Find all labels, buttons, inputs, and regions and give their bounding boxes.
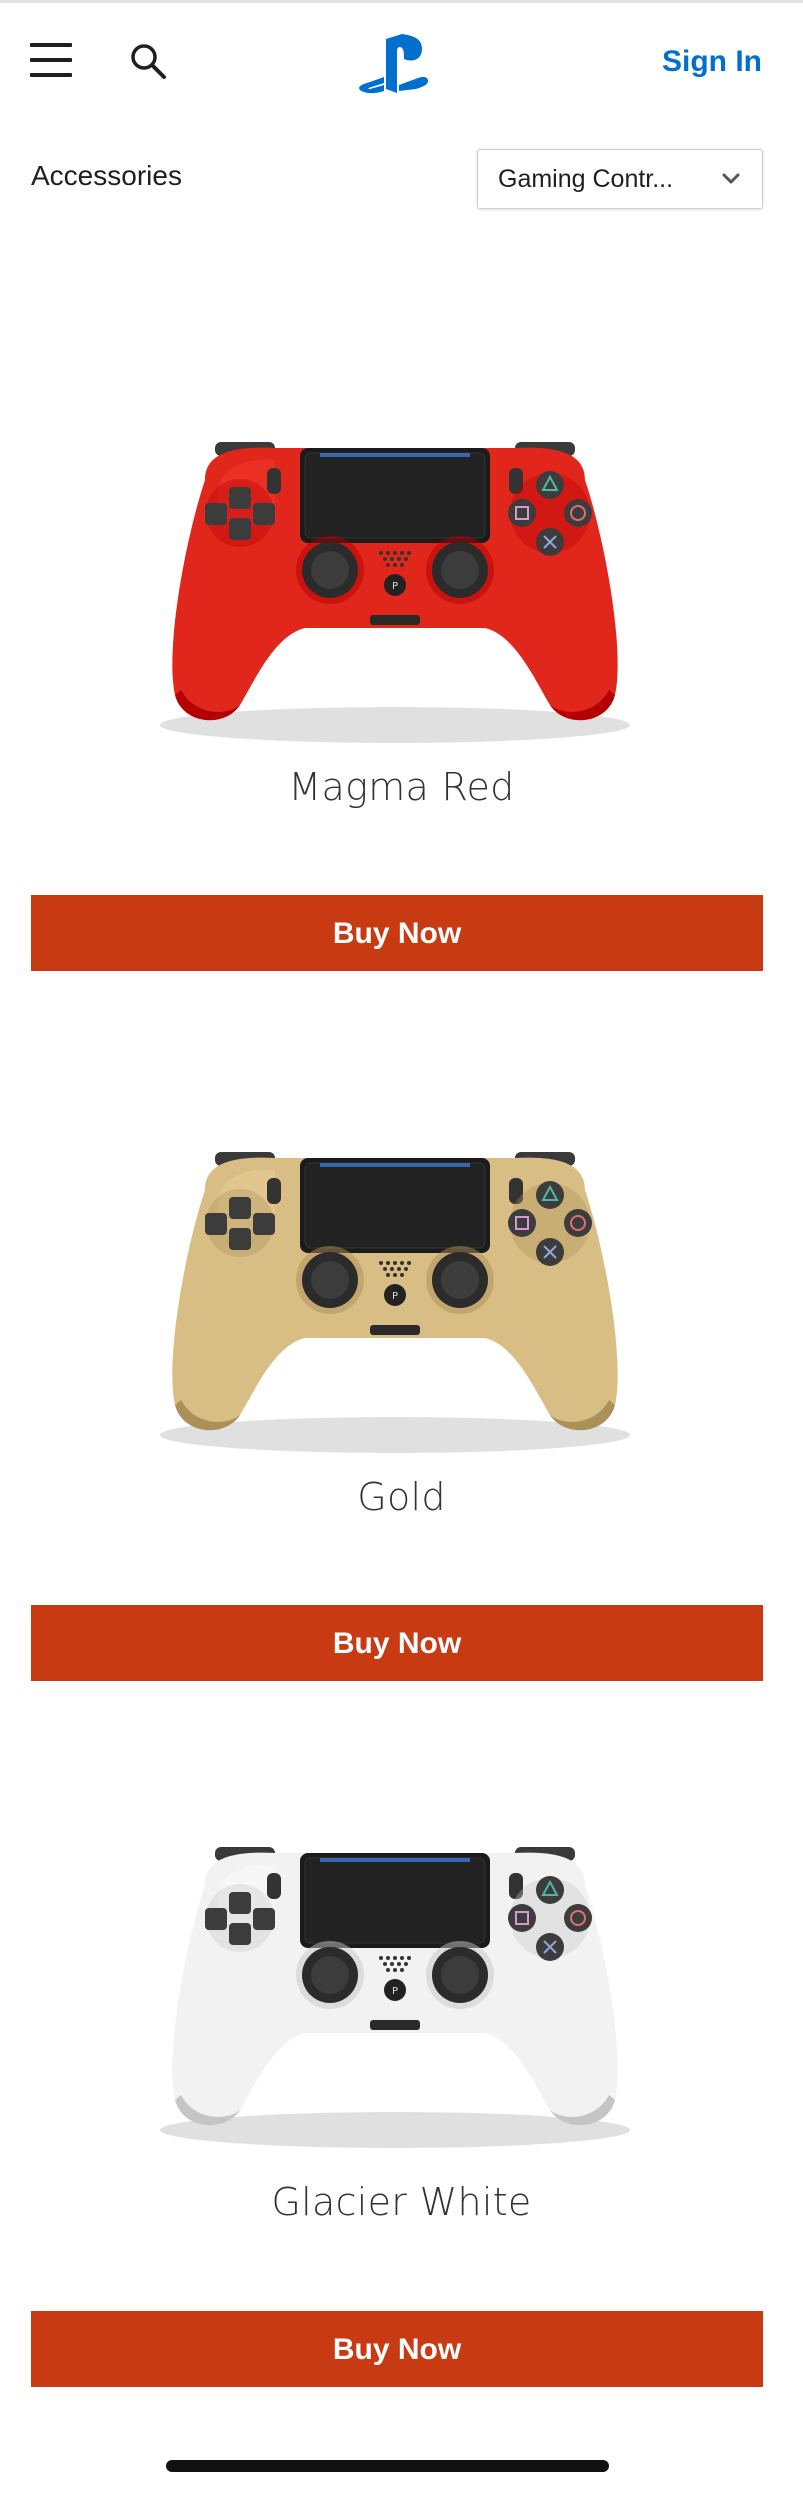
category-select[interactable]: Gaming Contr... [477,149,763,209]
breadcrumb[interactable]: Accessories [31,160,182,192]
chevron-down-icon [722,173,740,184]
buy-now-button[interactable]: Buy Now [31,1605,763,1681]
product-name: Glacier White [271,2180,532,2224]
buy-now-button[interactable]: Buy Now [31,2311,763,2387]
controller-image[interactable]: P [145,420,645,750]
playstation-logo[interactable] [356,33,436,95]
category-bar: Accessories Gaming Contr... [0,140,803,220]
controller-image[interactable]: P [145,1825,645,2155]
site-header: Sign In [0,3,803,115]
svg-text:P: P [392,1986,398,1997]
product-name: Magma Red [288,765,515,809]
product-name: Gold [357,1475,446,1519]
home-indicator [166,2460,609,2472]
sign-in-link[interactable]: Sign In [662,45,762,79]
svg-text:P: P [392,581,398,592]
hamburger-menu-icon[interactable] [30,43,72,77]
buy-now-button[interactable]: Buy Now [31,895,763,971]
svg-text:P: P [392,1291,398,1302]
controller-image[interactable]: P [145,1130,645,1460]
search-icon[interactable] [128,41,168,81]
category-select-value: Gaming Contr... [498,165,674,193]
